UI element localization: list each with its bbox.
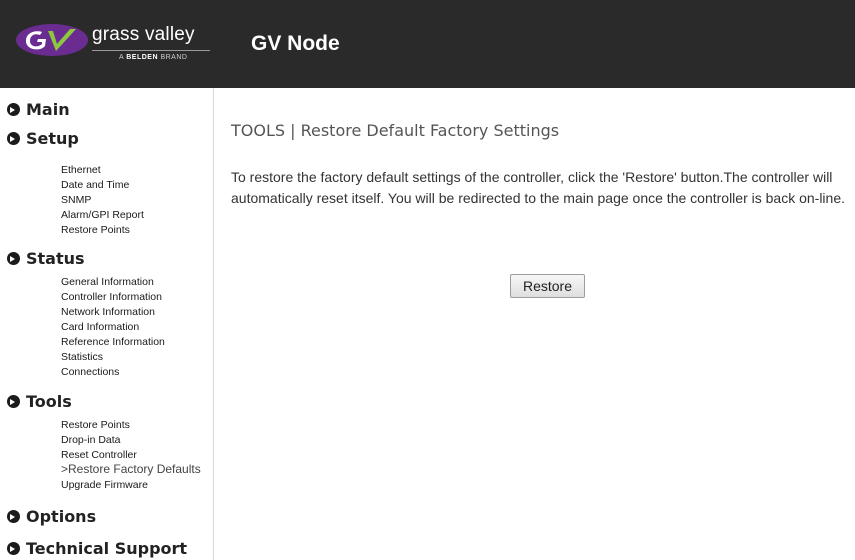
chevron-circle-right-icon	[7, 132, 20, 145]
nav-item-upgrade-firmware[interactable]: Upgrade Firmware	[61, 478, 148, 493]
nav-item-date-time[interactable]: Date and Time	[61, 178, 129, 193]
nav-item-card-information[interactable]: Card Information	[61, 320, 139, 335]
nav-options[interactable]: Options	[26, 507, 96, 526]
sidebar-nav: Main Setup Ethernet Date and Time SNMP A…	[0, 88, 214, 560]
nav-status[interactable]: Status	[26, 249, 85, 268]
restore-button[interactable]: Restore	[510, 274, 585, 298]
main-content: TOOLS | Restore Default Factory Settings…	[215, 88, 855, 560]
brand-logo[interactable]: grass valley A BELDEN BRAND	[0, 0, 213, 88]
nav-item-reset-controller[interactable]: Reset Controller	[61, 448, 137, 463]
nav-tools[interactable]: Tools	[26, 392, 72, 411]
restore-description: To restore the factory default settings …	[231, 169, 846, 206]
nav-item-statistics[interactable]: Statistics	[61, 350, 103, 365]
nav-item-network-information[interactable]: Network Information	[61, 305, 155, 320]
nav-item-reference-information[interactable]: Reference Information	[61, 335, 165, 350]
logo-tagline: A BELDEN BRAND	[119, 54, 188, 61]
nav-technical-support[interactable]: Technical Support	[26, 539, 187, 558]
nav-item-setup-restore-points[interactable]: Restore Points	[61, 223, 130, 238]
nav-item-ethernet[interactable]: Ethernet	[61, 163, 101, 178]
nav-item-snmp[interactable]: SNMP	[61, 193, 91, 208]
chevron-circle-right-icon	[7, 103, 20, 116]
grass-valley-logo-icon	[16, 24, 88, 56]
app-header: grass valley A BELDEN BRAND GV Node	[0, 0, 855, 88]
nav-item-controller-information[interactable]: Controller Information	[61, 290, 162, 305]
logo-divider	[92, 50, 210, 51]
nav-item-tools-restore-points[interactable]: Restore Points	[61, 418, 130, 433]
chevron-circle-right-icon	[7, 542, 20, 555]
chevron-circle-right-icon	[7, 395, 20, 408]
nav-setup[interactable]: Setup	[26, 129, 79, 148]
page-title: TOOLS | Restore Default Factory Settings	[231, 121, 560, 140]
app-title: GV Node	[251, 32, 340, 55]
nav-item-alarm-gpi-report[interactable]: Alarm/GPI Report	[61, 208, 144, 223]
nav-item-connections[interactable]: Connections	[61, 365, 119, 380]
nav-item-general-information[interactable]: General Information	[61, 275, 154, 290]
nav-item-restore-factory-defaults[interactable]: >Restore Factory Defaults	[61, 462, 201, 477]
chevron-circle-right-icon	[7, 510, 20, 523]
nav-main[interactable]: Main	[26, 100, 70, 119]
nav-item-drop-in-data[interactable]: Drop-in Data	[61, 433, 121, 448]
chevron-circle-right-icon	[7, 252, 20, 265]
logo-wordmark: grass valley	[92, 24, 195, 45]
